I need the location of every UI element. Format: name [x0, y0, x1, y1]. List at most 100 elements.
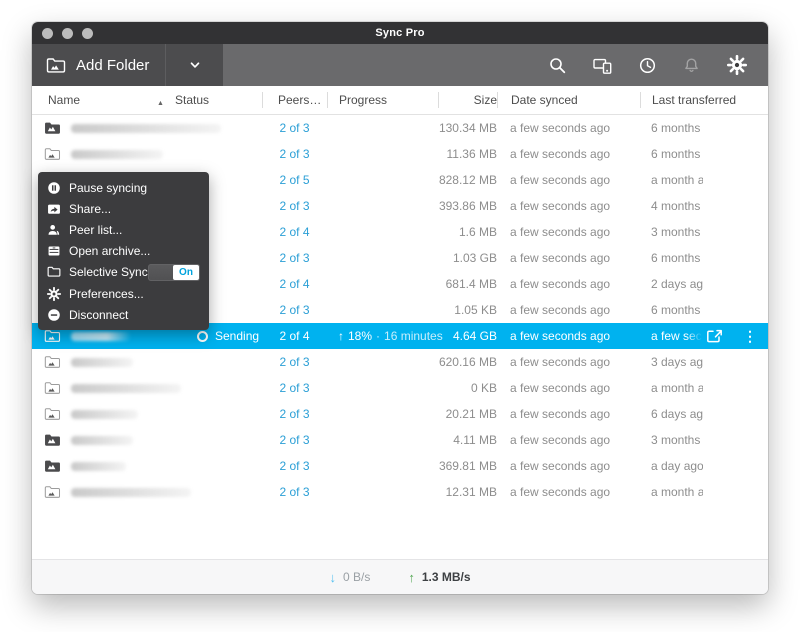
column-header-peers[interactable]: Peers… [262, 92, 327, 108]
peers-cell: 2 of 4 [262, 219, 327, 245]
notifications-bell-icon[interactable] [683, 57, 700, 74]
status-cell [175, 141, 262, 167]
folder-name-redacted [71, 435, 133, 445]
peers-count-link[interactable]: 2 of 4 [279, 225, 309, 239]
column-header-status[interactable]: Status [175, 92, 262, 108]
last-transferred-cell: 6 days ago [651, 407, 703, 421]
sort-ascending-icon: ▲ [157, 100, 164, 107]
folder-row[interactable]: 2 of 3 20.21 MB a few seconds ago 6 days… [32, 401, 768, 427]
folder-row[interactable]: 2 of 3 11.36 MB a few seconds ago 6 mont… [32, 141, 768, 167]
folder-row[interactable]: 2 of 3 4.11 MB a few seconds ago 3 month… [32, 427, 768, 453]
peers-count-link[interactable]: 2 of 3 [279, 485, 309, 499]
date-synced-cell: a few seconds ago [510, 485, 611, 499]
size-cell: 4.64 GB [452, 329, 497, 343]
last-transferred-cell: a month ago [651, 485, 703, 499]
context-menu-item[interactable]: Disconnect [38, 304, 209, 325]
column-header-date-synced[interactable]: Date synced [497, 92, 640, 108]
progress-cell [327, 349, 438, 375]
selective-sync-toggle[interactable]: On [148, 263, 200, 281]
size-cell: 393.86 MB [438, 199, 497, 213]
date-synced-cell: a few seconds ago [510, 173, 611, 187]
menu-item-label: Disconnect [69, 307, 129, 322]
last-transferred-cell: 4 months ago [651, 199, 703, 213]
peers-cell: 2 of 5 [262, 167, 327, 193]
progress-cell [327, 479, 438, 505]
peers-count-link[interactable]: 2 of 3 [279, 407, 309, 421]
download-arrow-icon: ↓ [329, 569, 336, 585]
peers-count-link[interactable]: 2 of 3 [279, 303, 309, 317]
context-menu-item[interactable]: Pause syncing [38, 177, 209, 198]
folder-icon [44, 355, 61, 369]
folder-icon [44, 147, 61, 161]
peers-cell: 2 of 3 [262, 115, 327, 141]
last-transferred-cell: a day ago [651, 459, 703, 473]
progress-cell [327, 115, 438, 141]
size-cell: 1.03 GB [452, 251, 497, 265]
folder-row[interactable]: 2 of 3 0 KB a few seconds ago a month ag… [32, 375, 768, 401]
folder-name-redacted [71, 383, 181, 393]
peers-count-link[interactable]: 2 of 3 [279, 355, 309, 369]
name-cell [32, 375, 181, 401]
search-icon[interactable] [549, 57, 566, 74]
peers-count-link[interactable]: 2 of 4 [279, 277, 309, 291]
menu-item-icon [47, 223, 61, 237]
name-cell [32, 401, 175, 427]
share-export-icon[interactable] [705, 328, 723, 344]
folder-row[interactable]: 2 of 3 620.16 MB a few seconds ago 3 day… [32, 349, 768, 375]
add-folder-dropdown-button[interactable] [165, 44, 223, 86]
add-folder-button[interactable]: Add Folder [32, 44, 165, 86]
status-cell [175, 427, 262, 453]
context-menu-item[interactable]: Preferences... [38, 283, 209, 304]
context-menu-item[interactable]: Open archive... [38, 241, 209, 262]
date-synced-cell: a few seconds ago [510, 277, 611, 291]
context-menu-item[interactable]: Share... [38, 198, 209, 219]
peers-count-link[interactable]: 2 of 3 [279, 147, 309, 161]
menu-item-icon [47, 202, 61, 216]
column-header-last-transferred[interactable]: Last transferred [640, 92, 768, 108]
column-header-progress[interactable]: Progress [327, 92, 438, 108]
folder-name-redacted [71, 461, 126, 471]
progress-cell [327, 193, 438, 219]
upload-speed: ↑ 1.3 MB/s [408, 570, 470, 585]
peers-count-link[interactable]: 2 of 4 [279, 329, 309, 343]
peers-cell: 2 of 3 [262, 427, 327, 453]
peers-cell: 2 of 3 [262, 479, 327, 505]
peers-cell: 2 of 3 [262, 401, 327, 427]
peers-count-link[interactable]: 2 of 3 [279, 459, 309, 473]
peers-count-link[interactable]: 2 of 3 [279, 433, 309, 447]
folder-row[interactable]: 2 of 3 12.31 MB a few seconds ago a mont… [32, 479, 768, 505]
folder-name-redacted [71, 409, 138, 419]
context-menu-item[interactable]: Peer list... [38, 219, 209, 240]
folder-icon [44, 121, 61, 135]
history-icon[interactable] [639, 57, 656, 74]
peers-count-link[interactable]: 2 of 3 [279, 121, 309, 135]
devices-icon[interactable] [593, 57, 612, 74]
folder-row[interactable]: 2 of 3 130.34 MB a few seconds ago 6 mon… [32, 115, 768, 141]
name-cell [32, 141, 175, 167]
context-menu-item[interactable]: Selective Sync On [38, 262, 209, 283]
toolbar: Add Folder [32, 44, 768, 86]
download-speed-value: 0 B/s [342, 570, 371, 584]
menu-item-label: Share... [69, 201, 112, 216]
peers-count-link[interactable]: 2 of 5 [279, 173, 309, 187]
size-cell: 11.36 MB [446, 147, 497, 161]
menu-item-label: Selective Sync [69, 265, 148, 280]
folder-row[interactable]: 2 of 3 369.81 MB a few seconds ago a day… [32, 453, 768, 479]
menu-item-label: Peer list... [69, 222, 123, 237]
last-transferred-cell: 3 months ago [651, 433, 703, 447]
date-synced-cell: a few seconds ago [510, 303, 611, 317]
peers-count-link[interactable]: 2 of 3 [279, 251, 309, 265]
peers-count-link[interactable]: 2 of 3 [279, 199, 309, 213]
kebab-menu-icon[interactable]: ⋮ [743, 329, 757, 343]
folder-icon [44, 407, 61, 421]
peers-cell: 2 of 3 [262, 245, 327, 271]
folder-icon [44, 433, 61, 447]
column-header-name[interactable]: Name ▲ [32, 92, 175, 108]
date-synced-cell: a few seconds ago [510, 225, 611, 239]
progress-cell [327, 427, 438, 453]
add-folder-label: Add Folder [76, 56, 150, 74]
peers-count-link[interactable]: 2 of 3 [279, 381, 309, 395]
peers-cell: 2 of 3 [262, 193, 327, 219]
column-header-size[interactable]: Size [438, 92, 497, 108]
settings-gear-icon[interactable] [727, 55, 747, 75]
